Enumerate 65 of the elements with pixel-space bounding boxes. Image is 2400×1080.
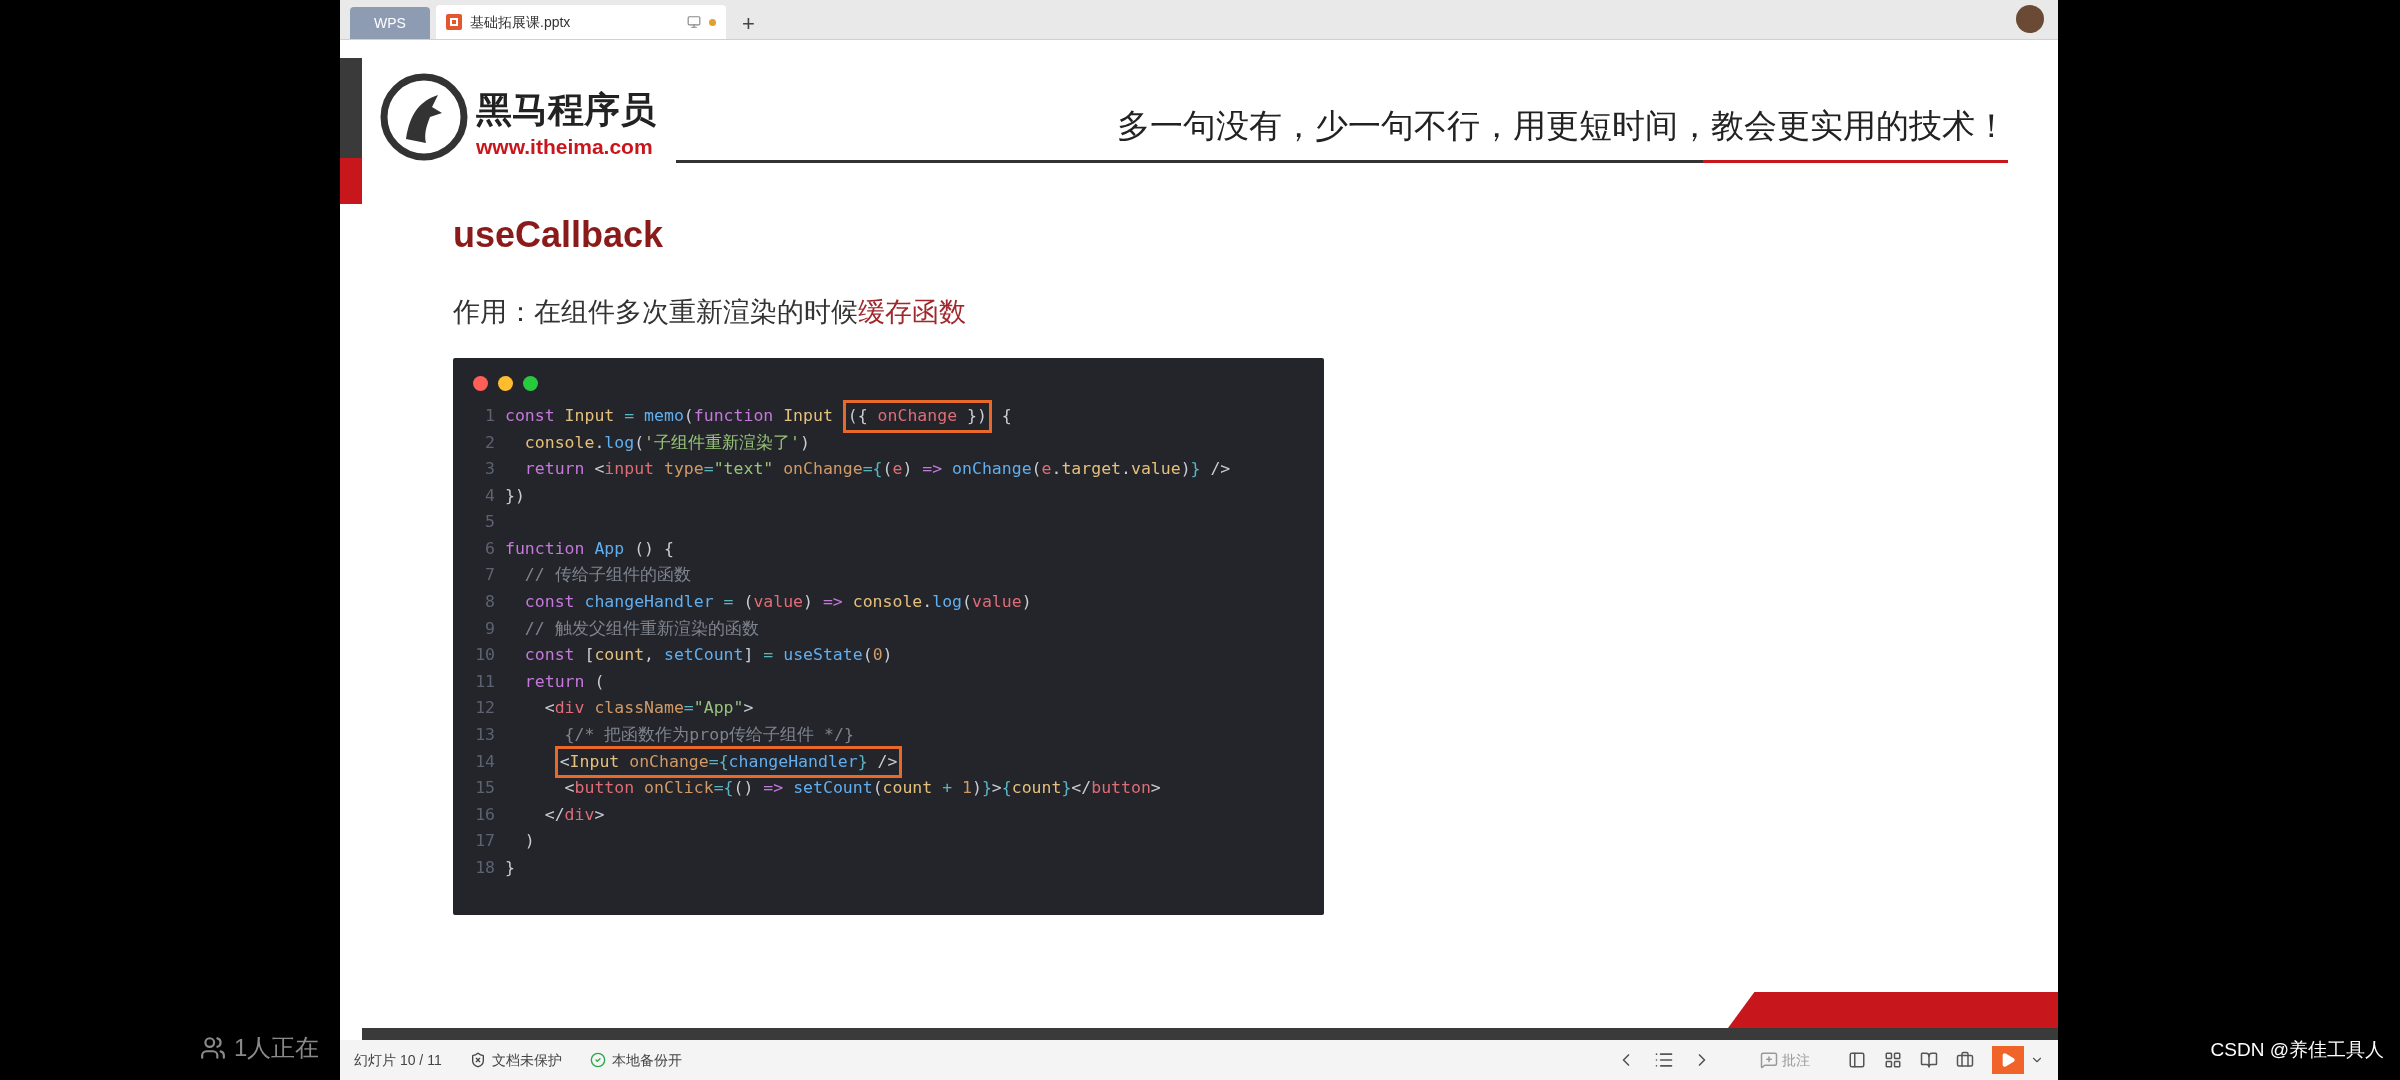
code-text: const changeHandler = (value) => console.log(value) [523,591,1032,614]
backup-status: 本地备份开 [611,1050,682,1070]
horse-logo-icon [380,73,468,161]
line-number: 7 [484,564,496,587]
code-text: ) [523,830,535,853]
code-text: // 触发父组件重新渲染的函数 [523,617,759,640]
slides-file-icon [446,14,462,30]
highlight-box: <Input onChange={changeHandler} /> [554,745,903,779]
line-number: 3 [484,458,496,481]
line-number: 1 [484,404,496,427]
slogan: 多一句没有，少一句不行，用更短时间，教会更实用的技术！ [1117,104,2008,147]
code-text: <button onClick={() => setCount(count + 1)}>{count}</button> [563,777,1161,800]
line-number: 10 [474,644,496,667]
line-number: 5 [484,511,496,534]
line-number: 4 [484,484,496,507]
line-number: 6 [484,537,496,560]
code-text: </div> [543,803,605,826]
code-text: console.log('子组件重新渲染了') [523,431,810,454]
side-accent-bar [340,158,362,204]
briefcase-icon[interactable] [1956,1051,1974,1069]
credit-text: CSDN @养佳工具人 [2210,1037,2384,1062]
line-number: 11 [474,670,496,693]
people-icon [200,1035,226,1061]
code-text: return ( [523,670,605,693]
highlight-box: ({ onChange }) [842,399,992,433]
line-number: 13 [474,724,496,747]
code-text: const Input = memo(function Input [505,404,834,427]
document-tab[interactable]: 基础拓展课.pptx [436,5,726,39]
code-text: const [count, setCount] = useState(0) [523,644,893,667]
protection-status: 文档未保护 [491,1050,562,1070]
monitor-icon [687,15,701,29]
list-icon[interactable] [1654,1050,1674,1070]
play-icon [2000,1052,2016,1068]
shield-icon [469,1052,486,1068]
check-circle-icon [589,1052,606,1068]
slide-counter: 幻灯片 10 / 11 [354,1050,442,1070]
grid-view-icon[interactable] [1884,1051,1902,1069]
normal-view-icon[interactable] [1848,1051,1866,1069]
comment-icon [1760,1051,1778,1069]
slide-subtitle: 作用：在组件多次重新渲染的时候缓存函数 [453,299,967,326]
code-text: // 传给子组件的函数 [523,564,691,587]
new-tab-button[interactable]: + [732,7,765,39]
line-number: 15 [474,777,496,800]
code-text: return <input type="text" onChange={(e) => onChange(e.target.value)} /> [523,458,1231,481]
code-text: <div className="App"> [543,697,754,720]
line-number: 2 [484,431,496,454]
code-text: } [505,857,515,879]
slide-title: useCallback [453,217,665,253]
play-button[interactable] [1992,1046,2024,1074]
line-number: 18 [474,857,496,879]
line-number: 8 [484,591,496,614]
code-text: {/* 把函数作为prop传给子组件 */} [563,724,854,747]
viewer-count: 1人正在 [234,1033,320,1063]
line-number: 14 [474,750,496,773]
line-number: 9 [484,617,496,640]
brand-name: 黑马程序员 [476,92,656,128]
line-number: 17 [474,830,496,853]
code-text: }) [505,484,525,507]
code-text: function App () { [505,537,674,560]
line-number: 16 [474,803,496,826]
avatar [2016,5,2044,33]
brand-url: www.itheima.com [476,136,654,157]
code-text: { [1000,404,1012,427]
reading-view-icon[interactable] [1920,1051,1938,1069]
line-number: 12 [474,697,496,720]
